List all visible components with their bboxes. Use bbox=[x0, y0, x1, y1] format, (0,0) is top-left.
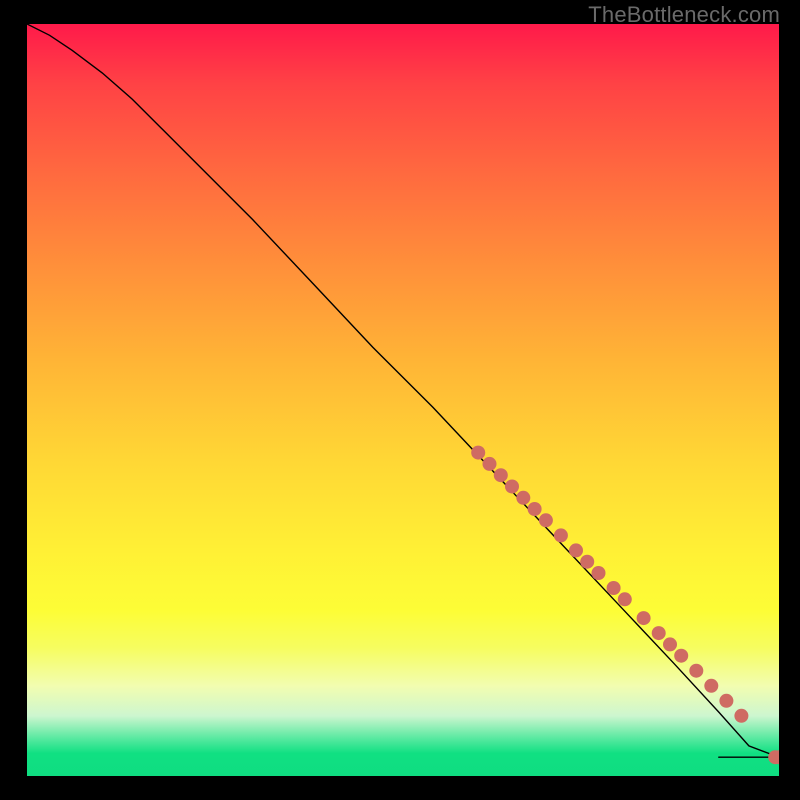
chart-marker bbox=[607, 581, 621, 595]
chart-frame bbox=[27, 24, 779, 776]
chart-marker bbox=[580, 555, 594, 569]
chart-marker bbox=[471, 446, 485, 460]
chart-marker bbox=[554, 528, 568, 542]
chart-marker bbox=[494, 468, 508, 482]
chart-marker bbox=[734, 709, 748, 723]
chart-marker bbox=[674, 649, 688, 663]
chart-svg bbox=[27, 24, 779, 776]
chart-marker bbox=[704, 679, 718, 693]
chart-marker bbox=[516, 491, 530, 505]
chart-marker bbox=[569, 543, 583, 557]
chart-marker bbox=[483, 457, 497, 471]
chart-marker bbox=[689, 664, 703, 678]
chart-marker bbox=[618, 592, 632, 606]
chart-marker bbox=[539, 513, 553, 527]
chart-marker bbox=[528, 502, 542, 516]
chart-marker bbox=[652, 626, 666, 640]
chart-marker bbox=[592, 566, 606, 580]
chart-marker bbox=[505, 480, 519, 494]
chart-marker bbox=[663, 637, 677, 651]
chart-marker bbox=[637, 611, 651, 625]
chart-marker bbox=[719, 694, 733, 708]
